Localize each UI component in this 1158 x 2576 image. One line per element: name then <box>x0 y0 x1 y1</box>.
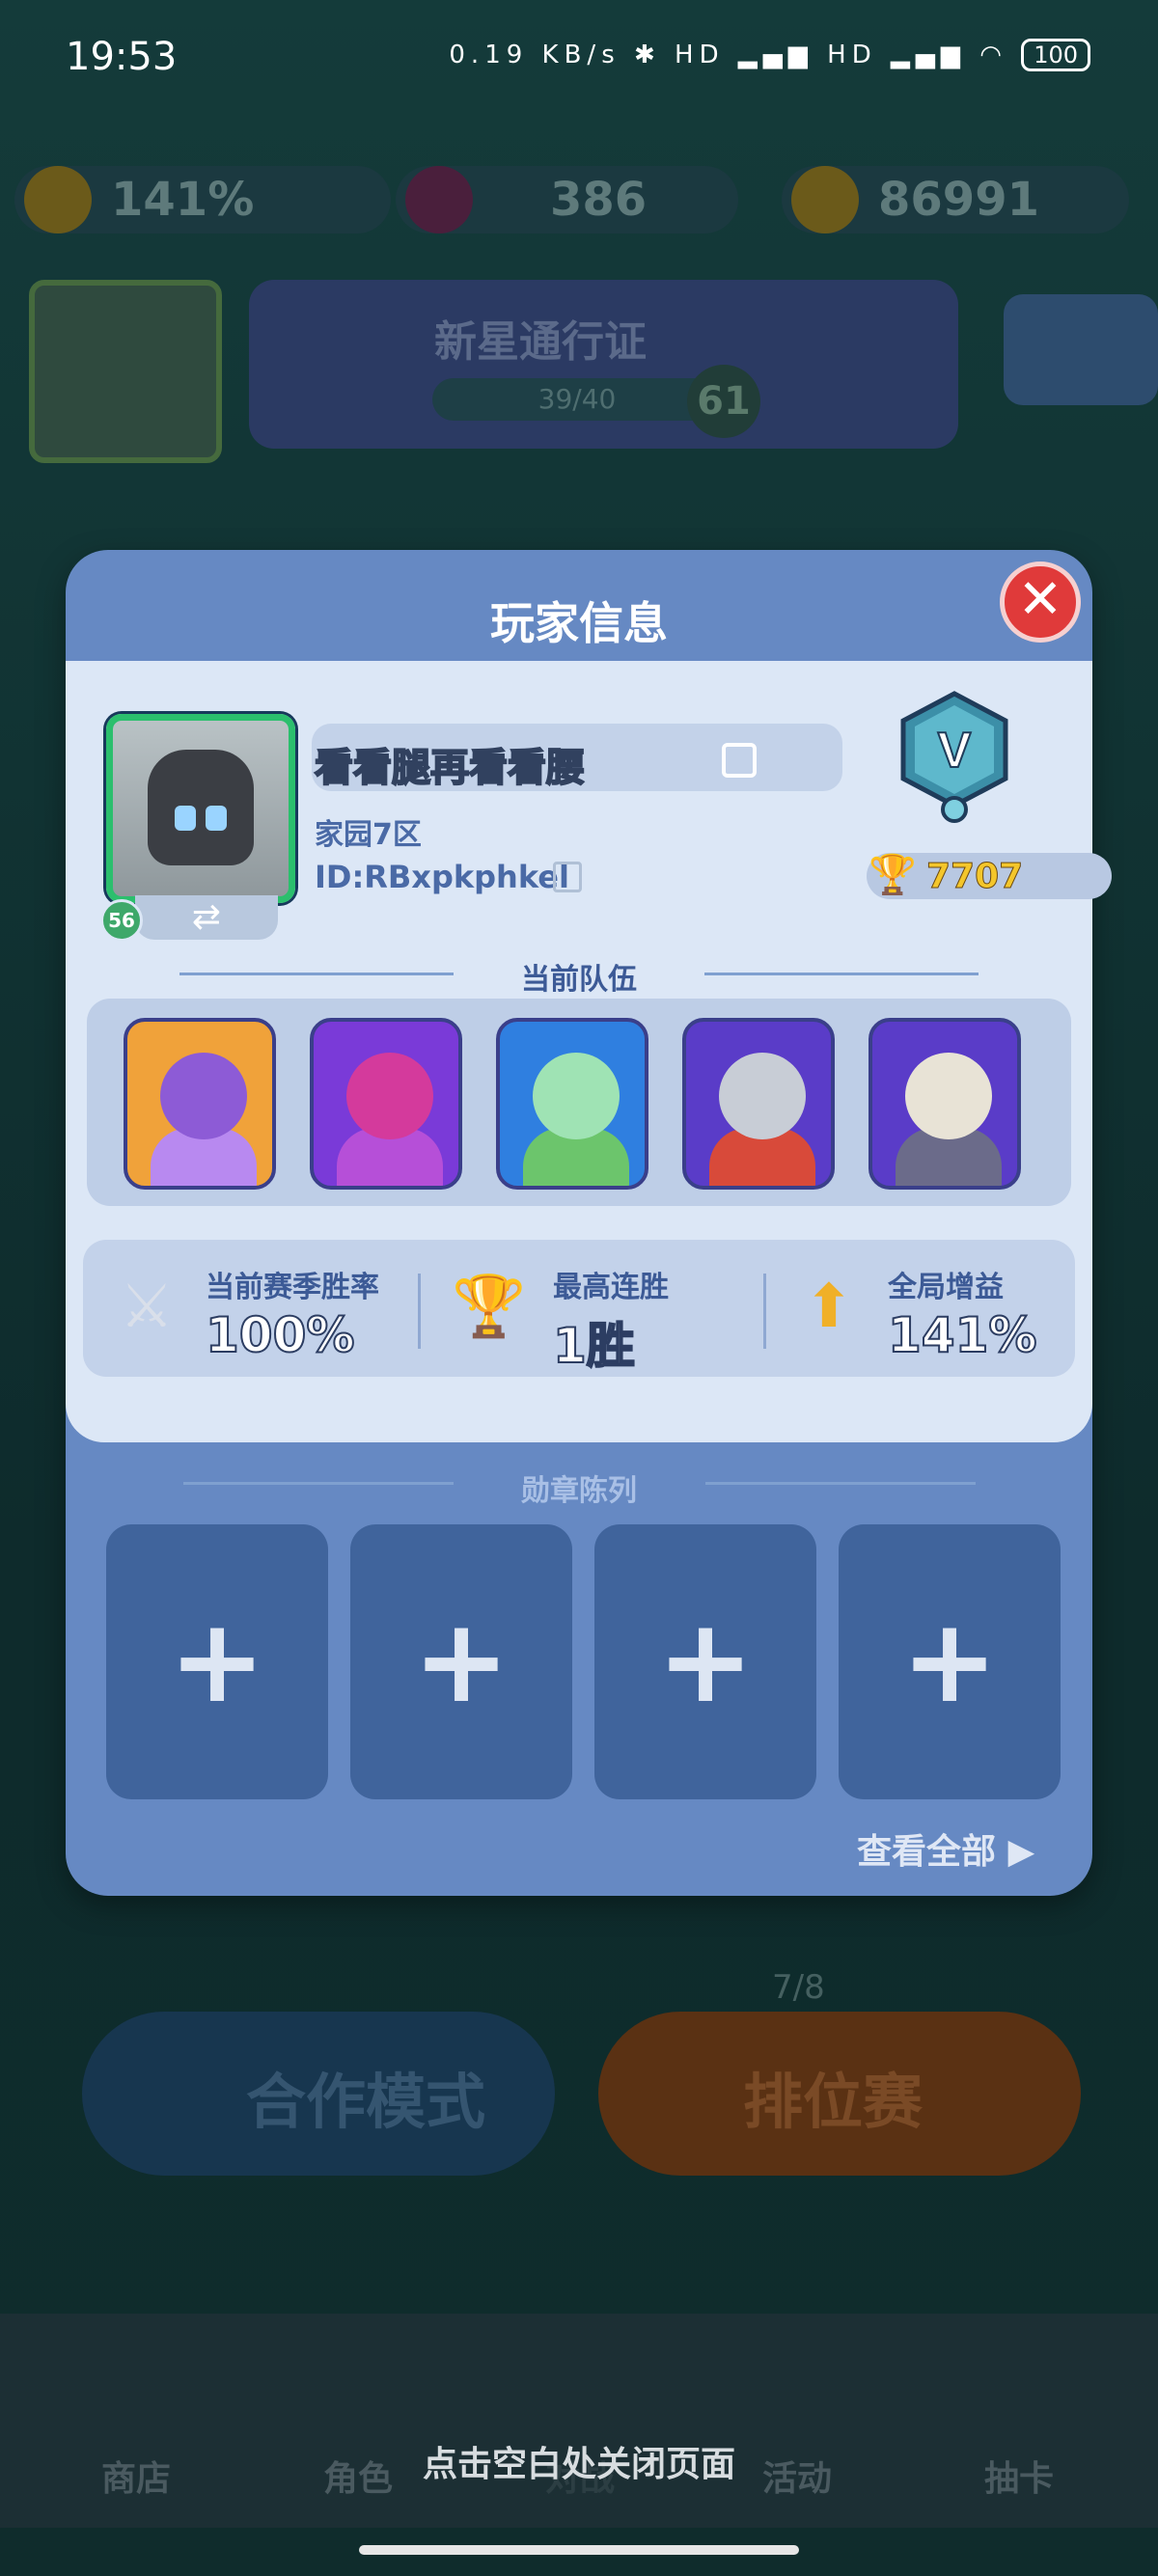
pass-level: 61 <box>687 365 760 438</box>
stat-divider <box>763 1274 766 1349</box>
team-hero-portrait[interactable] <box>310 1018 462 1190</box>
add-medal-icon: + <box>900 1595 999 1729</box>
swap-avatar-icon[interactable]: ⇄ <box>135 895 278 940</box>
divider <box>704 973 979 975</box>
medal-slot[interactable]: + <box>350 1524 572 1799</box>
status-icons: 0.19 KB/s ✱ HD ▂▄▆ HD ▂▄▆ ◠ 100 <box>449 39 1090 71</box>
team-hero-portrait[interactable] <box>868 1018 1021 1190</box>
avatar-eye <box>206 806 227 831</box>
stat-boost-label: 全局增益 <box>888 1271 1004 1304</box>
dialog-title: 玩家信息 <box>490 597 668 649</box>
coin-resource: 86991 <box>782 166 1129 233</box>
pass-title: 新星通行证 <box>434 317 647 367</box>
ranked-count: 7/8 <box>772 1968 825 2007</box>
boost-value: 141% <box>111 173 255 227</box>
player-server: 家园7区 <box>315 818 422 852</box>
rank-letter: V <box>938 723 972 779</box>
hero-head <box>160 1053 247 1139</box>
stat-winrate-value: 100% <box>205 1306 355 1364</box>
player-level-badge: 56 <box>100 899 143 942</box>
copy-id-icon[interactable] <box>553 862 582 892</box>
team-hero-portrait[interactable] <box>682 1018 835 1190</box>
player-avatar[interactable] <box>106 714 295 903</box>
coin-value: 86991 <box>878 173 1039 227</box>
battery-icon: 100 <box>1021 39 1090 71</box>
lobby-avatar <box>29 280 222 463</box>
stat-divider <box>418 1274 421 1349</box>
status-bar: 19:53 0.19 KB/s ✱ HD ▂▄▆ HD ▂▄▆ ◠ 100 <box>0 0 1158 116</box>
stat-streak-label: 最高连胜 <box>553 1271 669 1304</box>
medal-slot[interactable]: + <box>594 1524 816 1799</box>
profile-panel: ⇄ 56 看看腿再看看腰 家园7区 ID:RBxpkphkel V 🏆 7707… <box>66 661 1112 1442</box>
player-info-dialog: 玩家信息 ✕ ⇄ 56 看看腿再看看腰 家园7区 ID:RBxpkphkel V… <box>66 550 1112 1896</box>
coin-icon <box>791 166 859 233</box>
hero-head <box>533 1053 620 1139</box>
avatar-eye <box>175 806 196 831</box>
hero-head <box>719 1053 806 1139</box>
add-medal-icon: + <box>168 1595 266 1729</box>
boost-resource: 141% <box>14 166 391 233</box>
team-hero-portrait[interactable] <box>124 1018 276 1190</box>
avatar-figure <box>148 750 254 865</box>
view-all-medals-link[interactable]: 查看全部 ▶ <box>857 1823 1034 1874</box>
ranked-mode-label: 排位赛 <box>743 2067 924 2137</box>
status-time: 19:53 <box>66 35 178 79</box>
crossed-swords-icon: ⚔ <box>120 1271 174 1341</box>
pass-progress: 39/40 <box>432 378 722 421</box>
stat-boost-value: 141% <box>887 1306 1037 1364</box>
gem-icon <box>405 166 473 233</box>
close-button[interactable]: ✕ <box>1000 562 1081 643</box>
network-icons: 0.19 KB/s ✱ HD ▂▄▆ HD ▂▄▆ ◠ <box>449 41 1007 69</box>
team-title: 当前队伍 <box>521 963 637 997</box>
medal-slot[interactable]: + <box>839 1524 1061 1799</box>
player-name: 看看腿再看看腰 <box>314 745 586 791</box>
rank-emblem-icon: V <box>900 691 1008 823</box>
menu-icon <box>1004 294 1158 405</box>
boost-icon <box>24 166 92 233</box>
trophy-count: 7707 <box>925 857 1024 897</box>
medal-slot[interactable]: + <box>106 1524 328 1799</box>
close-hint[interactable]: 点击空白处关闭页面 <box>0 2436 1158 2486</box>
stat-winrate-label: 当前赛季胜率 <box>206 1271 379 1304</box>
hero-head <box>905 1053 992 1139</box>
coop-mode-label: 合作模式 <box>246 2067 486 2137</box>
divider <box>705 1482 976 1485</box>
hero-head <box>346 1053 433 1139</box>
player-id: ID:RBxpkphkel <box>315 859 569 895</box>
trophy-icon: 🏆 <box>868 853 917 897</box>
edit-name-icon[interactable] <box>722 743 757 778</box>
boost-arrow-icon: ⬆ <box>804 1271 854 1341</box>
home-indicator[interactable] <box>359 2545 799 2555</box>
trophy-cup-icon: 🏆 <box>452 1271 527 1341</box>
add-medal-icon: + <box>412 1595 510 1729</box>
gem-value: 386 <box>550 173 648 227</box>
team-hero-portrait[interactable] <box>496 1018 648 1190</box>
medals-title: 勋章陈列 <box>521 1474 637 1508</box>
add-medal-icon: + <box>656 1595 755 1729</box>
gem-resource: 386 <box>396 166 738 233</box>
stat-streak-value: 1胜 <box>552 1317 636 1375</box>
